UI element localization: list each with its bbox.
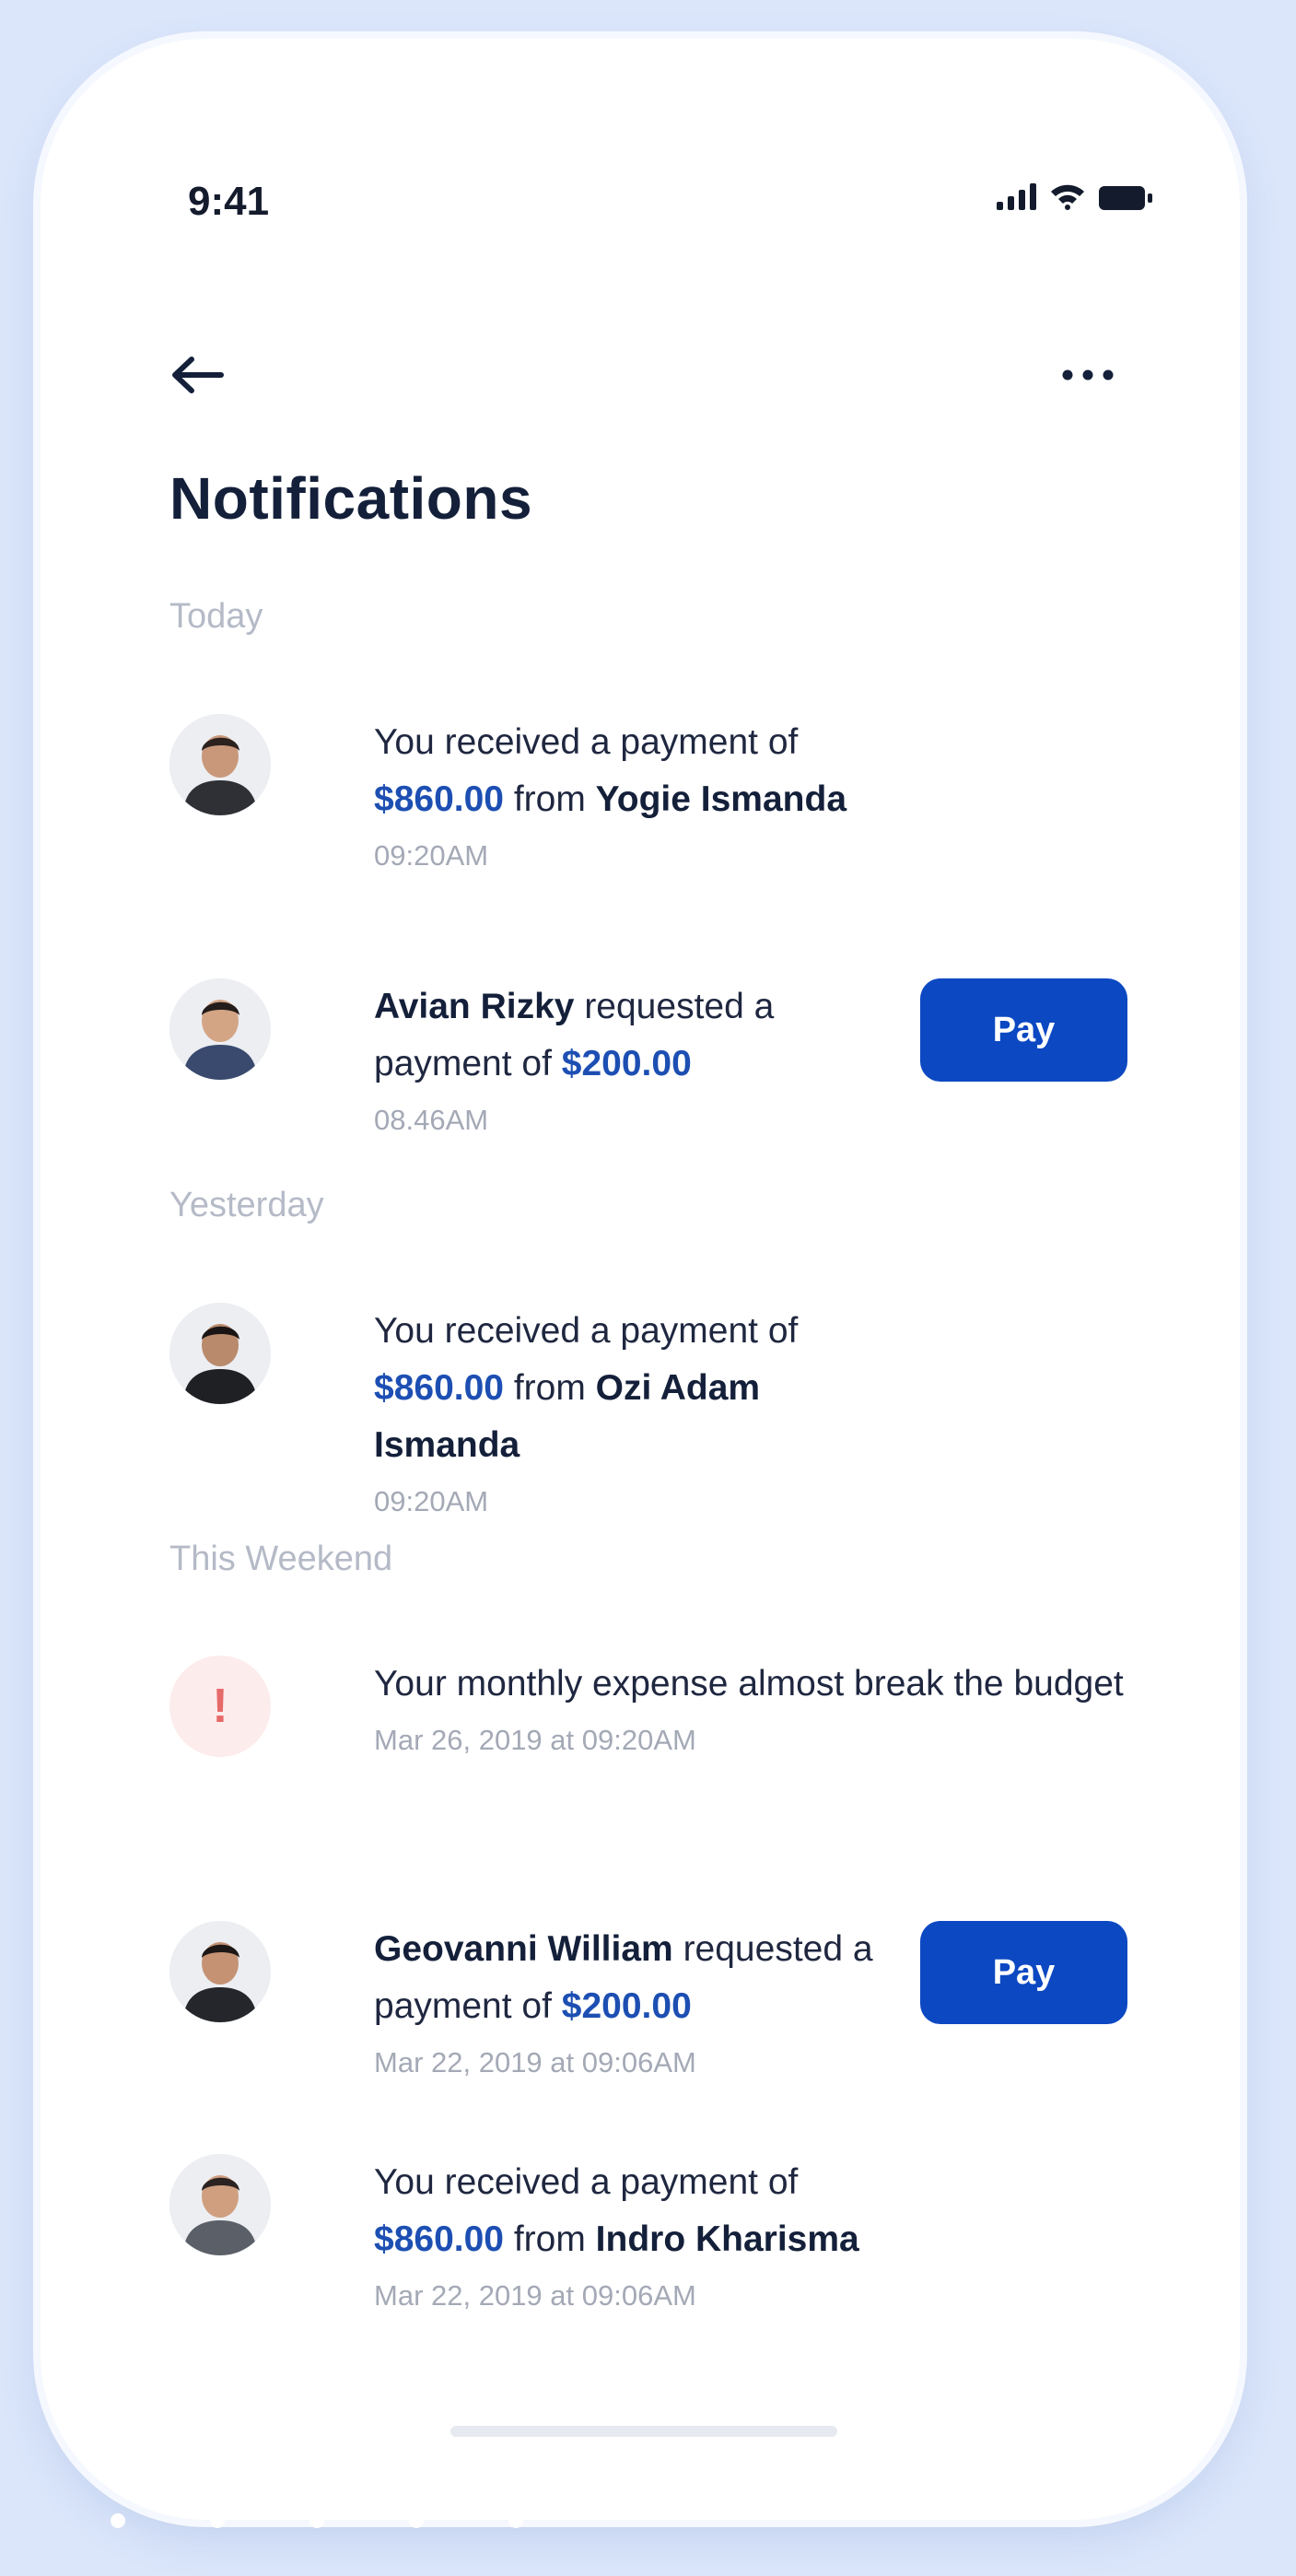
pager-dot <box>210 2513 225 2528</box>
notification-time: Mar 26, 2019 at 09:20AM <box>374 1724 696 1756</box>
avatar <box>169 978 271 1080</box>
payment-amount: $860.00 <box>374 779 504 819</box>
requester-name: Geovanni William <box>374 1929 673 1969</box>
section-label-weekend: This Weekend <box>169 1540 393 1578</box>
notification-text: You received a payment of $860.00 from I… <box>374 2154 890 2314</box>
nav-bar <box>41 334 1240 416</box>
sender-name: Yogie Ismanda <box>595 779 847 819</box>
text-prefix: You received a payment of <box>374 1311 799 1351</box>
notification-text: Avian Rizky requested a payment of $200.… <box>374 978 890 1139</box>
pay-button[interactable]: Pay <box>920 1921 1127 2024</box>
section-label-yesterday: Yesterday <box>169 1186 324 1224</box>
text-mid: from <box>503 1368 596 1408</box>
status-bar: 9:41 <box>41 168 1240 241</box>
arrow-left-icon <box>172 357 224 393</box>
notification-text: You received a payment of $860.00 from O… <box>374 1303 890 1520</box>
pay-button[interactable]: Pay <box>920 978 1127 1082</box>
person-photo <box>169 1303 271 1404</box>
status-time: 9:41 <box>188 179 270 224</box>
payment-amount: $200.00 <box>561 1986 692 2026</box>
more-button[interactable] <box>1051 343 1125 407</box>
wifi-icon <box>1051 184 1084 210</box>
notification-time: 09:20AM <box>374 839 489 872</box>
pager-dot <box>309 2513 324 2528</box>
payment-amount: $200.00 <box>561 1044 692 1083</box>
text-mid: from <box>503 2219 596 2259</box>
avatar <box>169 2154 271 2255</box>
avatar <box>169 1303 271 1404</box>
sender-name: Indro Kharisma <box>595 2219 859 2259</box>
alert-message: Your monthly expense almost break the bu… <box>374 1664 1124 1704</box>
notification-time: 09:20AM <box>374 1485 489 1517</box>
text-prefix: You received a payment of <box>374 722 799 762</box>
pager-dot <box>508 2513 523 2528</box>
pager-dot <box>409 2513 424 2528</box>
notification-time: 08.46AM <box>374 1104 489 1136</box>
person-photo <box>169 978 271 1080</box>
avatar <box>169 1921 271 2022</box>
payment-amount: $860.00 <box>374 2219 504 2259</box>
notification-text: You received a payment of $860.00 from Y… <box>374 714 890 874</box>
home-indicator <box>450 2426 837 2437</box>
status-icons <box>997 182 1152 210</box>
notification-time: Mar 22, 2019 at 09:06AM <box>374 2046 696 2078</box>
notification-text: Geovanni William requested a payment of … <box>374 1921 890 2081</box>
person-photo <box>169 714 271 815</box>
more-horizontal-icon <box>1062 369 1114 381</box>
payment-amount: $860.00 <box>374 1368 504 1408</box>
back-button[interactable] <box>169 343 243 407</box>
exclamation-glyph: ! <box>212 1680 228 1733</box>
signal-icon <box>997 182 1036 210</box>
avatar <box>169 714 271 815</box>
pager-dot <box>111 2513 125 2528</box>
text-prefix: You received a payment of <box>374 2162 799 2202</box>
battery-icon <box>1099 186 1152 210</box>
alert-icon: ! <box>169 1656 271 1757</box>
requester-name: Avian Rizky <box>374 987 575 1026</box>
phone-frame: 9:41 Notifications Today You received a … <box>41 39 1240 2520</box>
person-photo <box>169 1921 271 2022</box>
person-photo <box>169 2154 271 2255</box>
notification-time: Mar 22, 2019 at 09:06AM <box>374 2279 696 2312</box>
notification-text: Your monthly expense almost break the bu… <box>374 1656 1166 1759</box>
section-label-today: Today <box>169 597 263 636</box>
page-title: Notifications <box>169 465 533 532</box>
text-mid: from <box>503 779 596 819</box>
pager-dots <box>111 2513 523 2528</box>
